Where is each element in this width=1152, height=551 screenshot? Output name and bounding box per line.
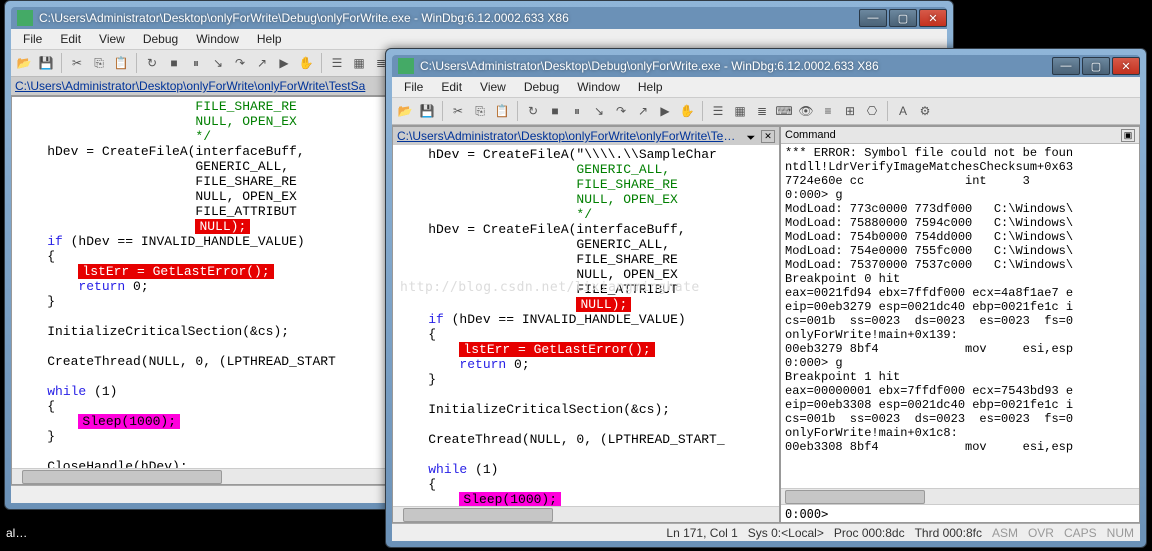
status-num: NUM [1107, 526, 1134, 540]
run-to-cursor-icon[interactable]: ▶ [275, 54, 293, 72]
cut-icon[interactable]: ✂ [68, 54, 86, 72]
status-caps: CAPS [1064, 526, 1097, 540]
copy-icon[interactable]: ⎘ [471, 102, 489, 120]
app-icon [17, 10, 33, 26]
menu-file[interactable]: File [396, 78, 431, 96]
registers-icon[interactable]: ☰ [328, 54, 346, 72]
restart-icon[interactable]: ↻ [524, 102, 542, 120]
status-thrd: Thrd 000:8fc [915, 526, 982, 540]
cut-icon[interactable]: ✂ [449, 102, 467, 120]
status-proc: Proc 000:8dc [834, 526, 905, 540]
source-path-bar[interactable]: C:\Users\Administrator\Desktop\onlyForWr… [393, 127, 779, 145]
menu-window[interactable]: Window [188, 30, 247, 48]
run-to-cursor-icon[interactable]: ▶ [656, 102, 674, 120]
command-pane-title[interactable]: Command ▣ [781, 127, 1139, 144]
break-icon[interactable]: ⏸ [568, 102, 586, 120]
menu-file[interactable]: File [15, 30, 50, 48]
font-icon[interactable]: A [894, 102, 912, 120]
taskbar-fragment: al… [0, 526, 80, 551]
open-icon[interactable]: 📂 [396, 102, 414, 120]
restart-icon[interactable]: ↻ [143, 54, 161, 72]
options-icon[interactable]: ⚙ [916, 102, 934, 120]
menu-bar[interactable]: FileEditViewDebugWindowHelp [11, 29, 947, 49]
step-over-icon[interactable]: ↷ [612, 102, 630, 120]
window-title: C:\Users\Administrator\Desktop\Debug\onl… [420, 59, 879, 73]
memory-icon[interactable]: ▦ [731, 102, 749, 120]
command-title-label: Command [785, 129, 836, 141]
stop-icon[interactable]: ■ [165, 54, 183, 72]
hand-icon[interactable]: ✋ [297, 54, 315, 72]
open-icon[interactable]: 📂 [15, 54, 33, 72]
hand-icon[interactable]: ✋ [678, 102, 696, 120]
paste-icon[interactable]: 📋 [112, 54, 130, 72]
h-scrollbar[interactable] [781, 488, 1139, 504]
command-input-row[interactable]: 0:000> [781, 504, 1139, 522]
close-pane-button[interactable]: ▣ [1121, 129, 1135, 142]
command-input[interactable] [836, 507, 1135, 521]
source-code-pane[interactable]: hDev = CreateFileA("\\\\.\\SampleChar GE… [393, 145, 779, 506]
toolbar[interactable]: 📂💾 ✂⎘📋 ↻■⏸↘↷↗▶✋ ☰▦≣⌨👁≡⊞⎔ A⚙ [392, 97, 1140, 125]
maximize-button[interactable]: ▢ [889, 9, 917, 27]
step-over-icon[interactable]: ↷ [231, 54, 249, 72]
command-prompt: 0:000> [785, 507, 828, 521]
source-path[interactable]: C:\Users\Administrator\Desktop\onlyForWr… [397, 129, 741, 143]
menu-view[interactable]: View [472, 78, 514, 96]
window-title: C:\Users\Administrator\Desktop\onlyForWr… [39, 11, 569, 25]
status-asm: ASM [992, 526, 1018, 540]
menu-edit[interactable]: Edit [52, 30, 89, 48]
status-line-col: Ln 171, Col 1 [666, 526, 737, 540]
windbg-window-front[interactable]: C:\Users\Administrator\Desktop\Debug\onl… [385, 48, 1147, 548]
app-icon [398, 58, 414, 74]
step-out-icon[interactable]: ↗ [634, 102, 652, 120]
step-out-icon[interactable]: ↗ [253, 54, 271, 72]
minimize-button[interactable]: — [1052, 57, 1080, 75]
memory-icon[interactable]: ▦ [350, 54, 368, 72]
menu-bar[interactable]: FileEditViewDebugWindowHelp [392, 77, 1140, 97]
status-ovr: OVR [1028, 526, 1054, 540]
h-scrollbar[interactable] [393, 506, 779, 522]
save-icon[interactable]: 💾 [37, 54, 55, 72]
registers-icon[interactable]: ☰ [709, 102, 727, 120]
modules-icon[interactable]: ⊞ [841, 102, 859, 120]
menu-debug[interactable]: Debug [516, 78, 567, 96]
close-button[interactable]: ✕ [919, 9, 947, 27]
path-dropdown-icon[interactable]: 🞃 [747, 129, 755, 144]
close-button[interactable]: ✕ [1112, 57, 1140, 75]
watch-icon[interactable]: 👁 [797, 102, 815, 120]
disasm-icon[interactable]: ⌨ [775, 102, 793, 120]
stop-icon[interactable]: ■ [546, 102, 564, 120]
menu-debug[interactable]: Debug [135, 30, 186, 48]
save-icon[interactable]: 💾 [418, 102, 436, 120]
titlebar[interactable]: C:\Users\Administrator\Desktop\onlyForWr… [11, 7, 947, 29]
paste-icon[interactable]: 📋 [493, 102, 511, 120]
menu-help[interactable]: Help [630, 78, 671, 96]
maximize-button[interactable]: ▢ [1082, 57, 1110, 75]
status-bar: Ln 171, Col 1 Sys 0:<Local> Proc 000:8dc… [392, 523, 1140, 541]
break-icon[interactable]: ⏸ [187, 54, 205, 72]
copy-icon[interactable]: ⎘ [90, 54, 108, 72]
close-pane-button[interactable]: ✕ [761, 130, 775, 143]
locals-icon[interactable]: ≡ [819, 102, 837, 120]
threads-icon[interactable]: ⎔ [863, 102, 881, 120]
titlebar[interactable]: C:\Users\Administrator\Desktop\Debug\onl… [392, 55, 1140, 77]
status-sys: Sys 0:<Local> [748, 526, 824, 540]
menu-help[interactable]: Help [249, 30, 290, 48]
minimize-button[interactable]: — [859, 9, 887, 27]
menu-window[interactable]: Window [569, 78, 628, 96]
command-output[interactable]: *** ERROR: Symbol file could not be foun… [781, 144, 1139, 488]
step-into-icon[interactable]: ↘ [209, 54, 227, 72]
menu-view[interactable]: View [91, 30, 133, 48]
call-stack-icon[interactable]: ≣ [753, 102, 771, 120]
step-into-icon[interactable]: ↘ [590, 102, 608, 120]
menu-edit[interactable]: Edit [433, 78, 470, 96]
